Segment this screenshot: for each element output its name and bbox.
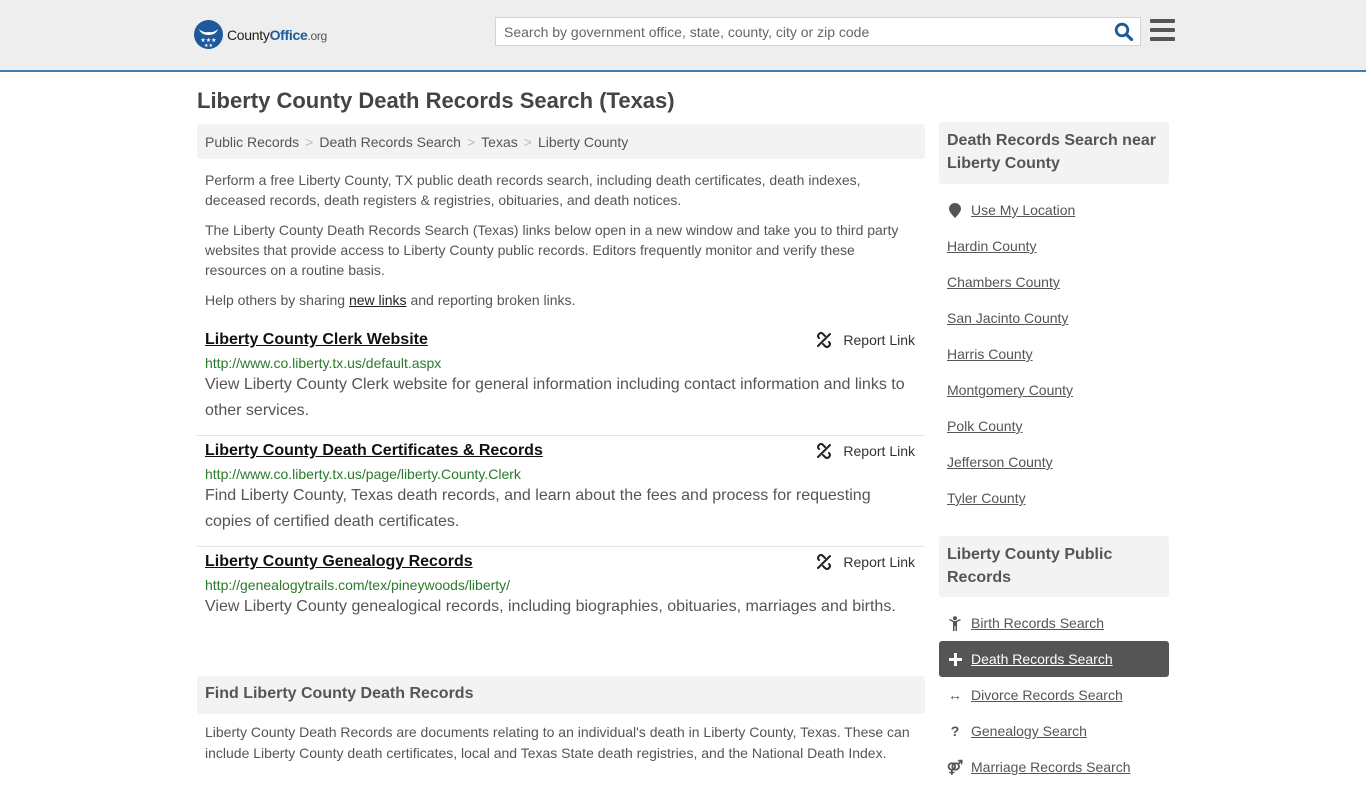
- breadcrumb: Public Records > Death Records Search > Texa…: [197, 124, 925, 159]
- nearby-county-item: Tyler County: [939, 480, 1169, 516]
- resource-link-title[interactable]: Liberty County Clerk Website: [205, 331, 428, 349]
- nearby-county-link[interactable]: Harris County: [947, 346, 1033, 362]
- sidebar-item-label[interactable]: Birth Records Search: [971, 615, 1104, 631]
- resource-link-title[interactable]: Liberty County Death Certificates & Reco…: [205, 442, 543, 460]
- resource-link-url: http://www.co.liberty.tx.us/page/liberty…: [205, 466, 521, 482]
- marriage-icon: ⚤: [946, 758, 964, 775]
- site-logo[interactable]: ★★★ ★★ CountyOffice.org: [194, 20, 327, 49]
- logo-tld: .org: [307, 28, 327, 43]
- nearby-county-item: Montgomery County: [939, 372, 1169, 408]
- find-records-heading: Find Liberty County Death Records: [197, 676, 925, 714]
- sidebar-item-birth-records[interactable]: Birth Records Search: [939, 605, 1169, 641]
- report-link-label: Report Link: [843, 554, 915, 570]
- resource-link-item: Liberty County Death Certificates & Reco…: [197, 436, 925, 547]
- nearby-county-link[interactable]: Montgomery County: [947, 382, 1073, 398]
- share-note-text: Help others by sharing: [205, 292, 349, 308]
- breadcrumb-public-records[interactable]: Public Records: [205, 134, 299, 150]
- nearby-county-item: Chambers County: [939, 264, 1169, 300]
- breadcrumb-separator: >: [305, 134, 314, 150]
- menu-bar-icon: [1150, 37, 1175, 41]
- logo-brand: Office: [269, 26, 308, 43]
- report-link-label: Report Link: [843, 443, 915, 459]
- resource-link-url: http://www.co.liberty.tx.us/default.aspx: [205, 355, 442, 371]
- broken-link-icon: [817, 554, 832, 570]
- menu-bar-icon: [1150, 19, 1175, 23]
- plus-icon: [947, 652, 963, 666]
- nearby-county-link[interactable]: Chambers County: [947, 274, 1060, 290]
- resource-link-description: Find Liberty County, Texas death records…: [205, 487, 871, 530]
- intro-text: Perform a free Liberty County, TX public…: [205, 170, 920, 320]
- nearby-heading: Death Records Search near Liberty County: [939, 122, 1169, 184]
- logo-prefix: County: [227, 26, 270, 43]
- nearby-county-link[interactable]: Tyler County: [947, 490, 1026, 506]
- use-my-location-link[interactable]: Use My Location: [971, 202, 1075, 218]
- sidebar-item-label[interactable]: Genealogy Search: [971, 723, 1087, 739]
- search-input[interactable]: [496, 18, 1106, 45]
- map-pin-icon: [947, 202, 963, 218]
- public-records-heading: Liberty County Public Records: [939, 536, 1169, 597]
- share-links-note: Help others by sharing new links and rep…: [205, 290, 920, 310]
- nearby-county-item: Harris County: [939, 336, 1169, 372]
- broken-link-icon: [817, 332, 832, 348]
- report-link-button[interactable]: Report Link: [816, 554, 915, 570]
- report-link-button[interactable]: Report Link: [816, 332, 915, 348]
- resource-link-description: View Liberty County genealogical records…: [205, 598, 896, 615]
- resource-link-title[interactable]: Liberty County Genealogy Records: [205, 553, 473, 571]
- sidebar-item-death-records[interactable]: Death Records Search: [939, 641, 1169, 677]
- intro-paragraph: The Liberty County Death Records Search …: [205, 222, 899, 278]
- logo-wordmark: CountyOffice.org: [227, 27, 327, 43]
- nearby-county-link[interactable]: Polk County: [947, 418, 1022, 434]
- search-icon: [1114, 22, 1134, 42]
- question-icon: ?: [950, 723, 960, 739]
- sidebar-item-genealogy[interactable]: ? Genealogy Search: [939, 713, 1169, 749]
- search-button[interactable]: [1114, 22, 1134, 42]
- resource-link-url: http://genealogytrails.com/tex/pineywood…: [205, 577, 511, 593]
- nearby-county-link[interactable]: San Jacinto County: [947, 310, 1068, 326]
- sidebar-item-label[interactable]: Divorce Records Search: [971, 687, 1123, 703]
- find-records-body: Liberty County Death Records are documen…: [205, 724, 910, 761]
- site-header: ★★★ ★★ CountyOffice.org: [0, 0, 1366, 72]
- use-my-location-item: Use My Location: [939, 192, 1169, 228]
- eagle-logo-icon: ★★★ ★★: [194, 20, 223, 49]
- nearby-counties-list: Use My Location Hardin County Chambers C…: [939, 192, 1169, 516]
- breadcrumb-separator: >: [523, 134, 532, 150]
- resource-links-list: Liberty County Clerk Website Report Link…: [197, 325, 925, 631]
- nearby-county-item: Hardin County: [939, 228, 1169, 264]
- share-note-text: and reporting broken links.: [406, 292, 576, 308]
- nearby-county-item: Jefferson County: [939, 444, 1169, 480]
- breadcrumb-current: Liberty County: [537, 134, 629, 150]
- menu-bar-icon: [1150, 28, 1175, 32]
- resource-link-item: Liberty County Genealogy Records Report …: [197, 547, 925, 631]
- breadcrumb-texas[interactable]: Texas: [481, 134, 518, 150]
- svg-text:★★: ★★: [204, 43, 213, 49]
- breadcrumb-death-records-search[interactable]: Death Records Search: [319, 134, 461, 150]
- sidebar-item-label[interactable]: Marriage Records Search: [971, 759, 1131, 775]
- nearby-county-link[interactable]: Hardin County: [947, 238, 1037, 254]
- report-link-button[interactable]: Report Link: [816, 443, 915, 459]
- new-links-link[interactable]: new links: [349, 292, 407, 308]
- nearby-county-item: San Jacinto County: [939, 300, 1169, 336]
- breadcrumb-separator: >: [466, 134, 476, 150]
- intro-paragraph: Perform a free Liberty County, TX public…: [205, 172, 861, 208]
- resource-link-item: Liberty County Clerk Website Report Link…: [197, 325, 925, 436]
- nearby-county-item: Polk County: [939, 408, 1169, 444]
- public-records-list: Birth Records Search Death Records Searc…: [939, 605, 1169, 785]
- report-link-label: Report Link: [843, 332, 915, 348]
- sidebar-item-label[interactable]: Death Records Search: [971, 651, 1113, 667]
- resource-link-description: View Liberty County Clerk website for ge…: [205, 376, 905, 419]
- child-icon: [947, 615, 963, 631]
- arrows-horizontal-icon: ↔: [948, 687, 962, 703]
- page-title: Liberty County Death Records Search (Tex…: [197, 88, 675, 113]
- site-search: [495, 17, 1141, 46]
- hamburger-menu-button[interactable]: [1150, 19, 1175, 41]
- sidebar-item-divorce-records[interactable]: ↔ Divorce Records Search: [939, 677, 1169, 713]
- sidebar-item-marriage-records[interactable]: ⚤ Marriage Records Search: [939, 749, 1169, 785]
- broken-link-icon: [817, 443, 832, 459]
- nearby-county-link[interactable]: Jefferson County: [947, 454, 1053, 470]
